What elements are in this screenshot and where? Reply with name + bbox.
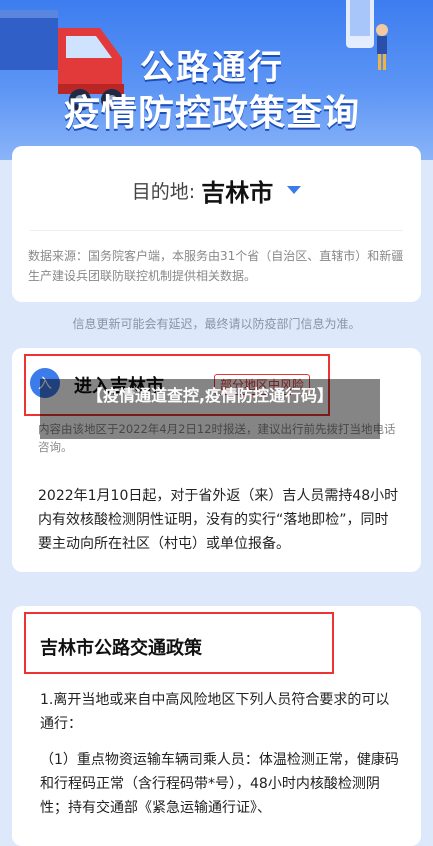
caption-text: 【疫情通道查控,疫情防控通行码】 <box>86 386 334 405</box>
destination-label: 目的地: <box>131 180 196 203</box>
destination-selector[interactable]: 目的地: 吉林市 <box>12 170 421 210</box>
policy-paragraph-1: 1.离开当地或来自中高风险地区下列人员符合要求的可以通行： <box>40 692 390 732</box>
caption-overlay: 【疫情通道查控,疫情防控通行码】 <box>40 379 380 439</box>
banner-title-line2: 疫情防控政策查询 <box>64 93 361 134</box>
data-source-text: 数据来源：国务院客户端，本服务由31个省（自治区、直辖市）和新疆生产建设兵团联防… <box>28 249 404 283</box>
phone-illustration-icon <box>346 0 388 70</box>
destination-value[interactable]: 吉林市 <box>201 173 273 208</box>
divider <box>30 230 403 231</box>
banner-title-line1: 公路通行 <box>140 48 284 88</box>
header-banner: 公路通行 疫情防控政策查询 <box>0 0 433 160</box>
policy-paragraph-2: （1）重点物资运输车辆司乘人员：体温检测正常，健康码和行程码正常（含行程码带*号… <box>40 752 399 816</box>
dropdown-arrow-icon[interactable] <box>287 186 302 194</box>
entry-policy-text: 2022年1月10日起，对于省外返（来）吉人员需持48小时内有效核酸检测阴性证明… <box>38 488 399 552</box>
policy-title: 吉林市公路交通政策 <box>40 638 202 659</box>
highway-policy-card: 吉林市公路交通政策 1.离开当地或来自中高风险地区下列人员符合要求的可以通行： … <box>12 606 421 846</box>
update-notice: 信息更新可能会有延迟，最终请以防疫部门信息为准。 <box>72 317 361 331</box>
destination-card: 目的地: 吉林市 数据来源：国务院客户端，本服务由31个省（自治区、直辖市）和新… <box>12 146 421 302</box>
